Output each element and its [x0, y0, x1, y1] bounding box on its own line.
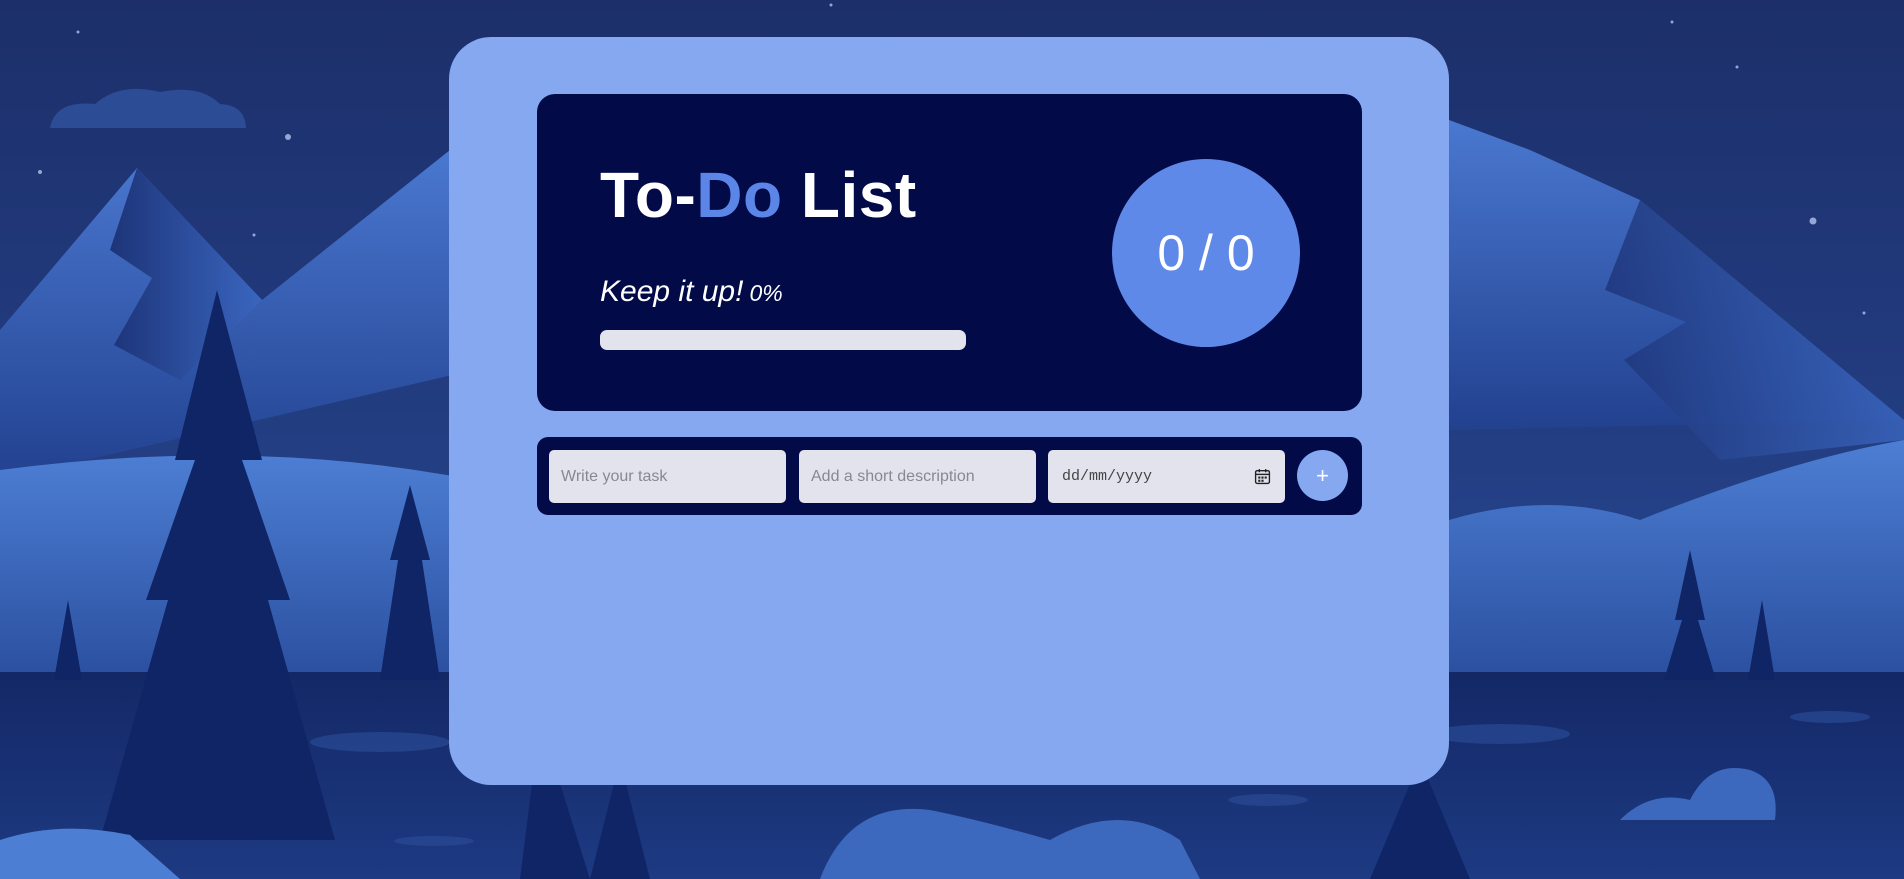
todo-card: To-Do List Keep it up!0% 0 / 0 dd/mm/yyy…: [449, 37, 1449, 785]
task-counter: 0 / 0: [1112, 159, 1300, 347]
date-input[interactable]: dd/mm/yyyy: [1048, 450, 1285, 503]
add-task-button[interactable]: +: [1297, 450, 1348, 501]
description-input[interactable]: [799, 450, 1036, 503]
summary-panel: To-Do List Keep it up! 0% 0 / 0: [537, 94, 1362, 411]
calendar-icon[interactable]: [1254, 468, 1271, 485]
title-part-1: To-: [600, 159, 697, 231]
completion-percent: 0%: [749, 280, 783, 306]
add-task-form: dd/mm/yyyy +: [537, 437, 1362, 515]
motivation-line: Keep it up! 0%: [600, 275, 783, 309]
progress-bar: [600, 330, 966, 350]
date-placeholder: dd/mm/yyyy: [1062, 468, 1153, 485]
page-title: To-Do List: [600, 158, 917, 232]
title-accent: Do: [696, 159, 783, 231]
task-input[interactable]: [549, 450, 786, 503]
title-part-2: List: [782, 159, 917, 231]
motivation-text: Keep it up!: [600, 275, 744, 308]
